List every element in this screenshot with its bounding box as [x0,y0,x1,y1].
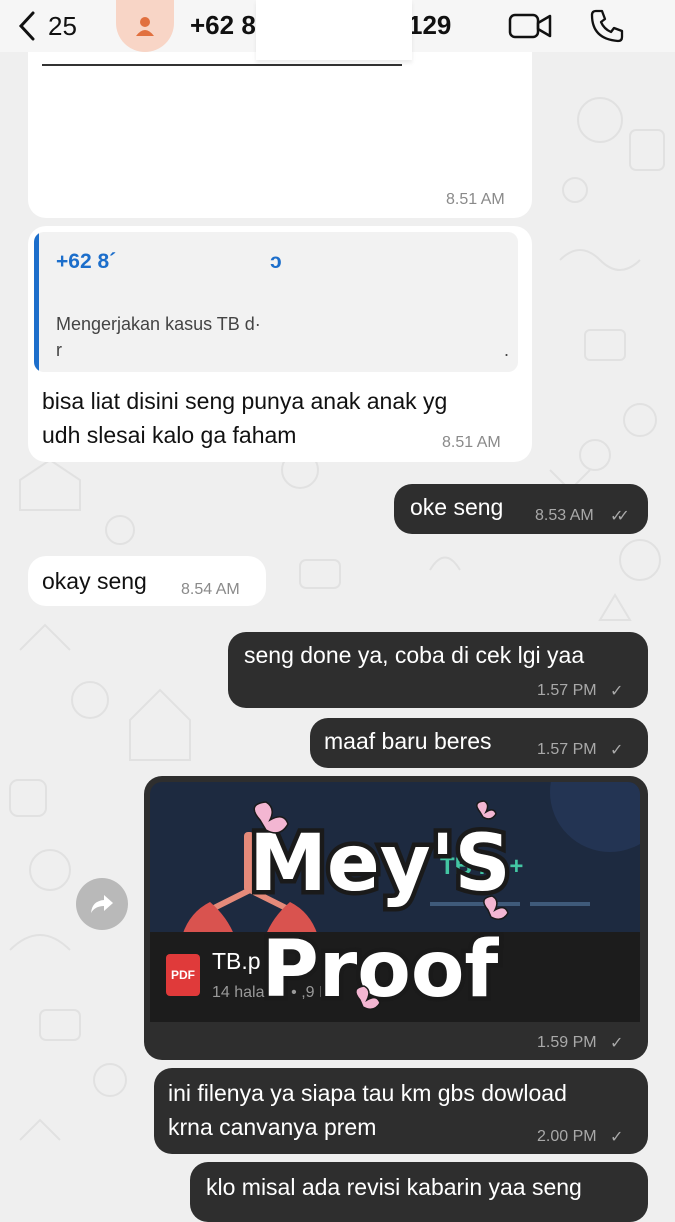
video-camera-icon[interactable] [508,10,552,42]
message-time: 1.57 PM [537,682,597,699]
message-bubble-outgoing[interactable]: oke seng 8.53 AM ✓✓ [394,484,648,534]
unread-count: 25 [48,10,77,41]
forward-icon [91,895,113,913]
quote-text: Mengerjakan kasus TB d· [56,314,261,334]
quote-sender: +62 8´ [56,250,117,273]
message-time: 8.51 AM [442,434,501,451]
preview-title: TB ru + [440,853,523,880]
phone-icon[interactable] [588,8,624,44]
check-icon: ✓ [610,683,624,700]
message-time: 2.00 PM [537,1128,597,1145]
message-bubble-outgoing[interactable]: klo misal ada revisi kabarin yaa seng [190,1162,648,1222]
message-text: ini filenya ya siapa tau km gbs dowload [168,1080,567,1106]
quote-text-end: . [504,340,510,360]
contact-name[interactable]: +62 8 [190,10,256,41]
forward-button[interactable] [76,878,128,930]
contact-name-end[interactable]: 129 [408,10,451,41]
check-icon: ✓ [610,1129,624,1146]
message-text: klo misal ada revisi kabarin yaa seng [206,1174,582,1200]
message-bubble-outgoing[interactable]: seng done ya, coba di cek lgi yaa 1.57 P… [228,632,648,708]
message-text: seng done ya, coba di cek lgi yaa [244,642,585,668]
message-bubble-outgoing[interactable]: maaf baru beres 1.57 PM ✓ [310,718,648,768]
message-bubble-incoming[interactable]: +62 8´ ɔ Mengerjakan kasus TB d· r . bis… [28,226,532,462]
message-time: 1.57 PM [537,741,597,758]
message-time: 8.54 AM [181,581,240,598]
check-icon: ✓ [610,742,624,759]
message-text: oke seng [410,494,504,520]
message-bubble-outgoing-document[interactable]: TB ru + PDF TB.p 14 hala an • ,9 M 1.59 … [144,776,648,1060]
quote-text-line2: r [56,340,62,360]
message-text: bisa liat disini seng punya anak anak yg [42,388,448,414]
quote-sender-end: ɔ [270,250,282,273]
message-bubble-incoming[interactable]: okay seng 8.54 AM [28,556,266,606]
quote-bar [34,232,39,372]
message-time: 8.51 AM [446,191,505,208]
double-check-icon: ✓✓ [610,508,630,525]
check-icon: ✓ [610,1035,624,1052]
chevron-left-icon [18,11,35,41]
message-time: 8.53 AM [535,507,594,524]
document-info[interactable]: PDF TB.p 14 hala an • ,9 M [150,932,640,1022]
message-bubble-outgoing[interactable]: ini filenya ya siapa tau km gbs dowload … [154,1068,648,1154]
avatar[interactable] [116,0,174,52]
pdf-icon: PDF [166,954,200,996]
redaction-block [256,0,412,60]
document-meta: 14 hala an • ,9 M [212,984,333,1001]
person-icon [136,17,154,36]
message-text: okay seng [42,568,147,594]
quoted-message[interactable]: +62 8´ ɔ Mengerjakan kasus TB d· r . [34,232,518,372]
message-text: udh slesai kalo ga faham [42,422,297,448]
document-name: TB.p [212,948,261,974]
message-text: maaf baru beres [324,728,492,754]
message-time: 1.59 PM [537,1034,597,1051]
back-button[interactable]: 25 [18,6,98,46]
message-text: krna canvanya prem [168,1114,377,1140]
